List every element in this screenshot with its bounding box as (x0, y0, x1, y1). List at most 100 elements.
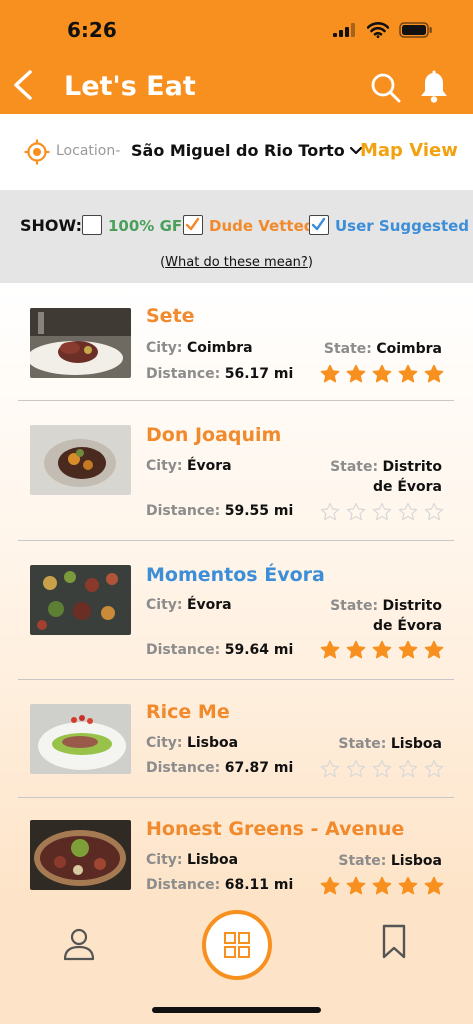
help-paren-close: ) (307, 255, 313, 270)
restaurant-distance: Distance: 67.87 mi (146, 760, 293, 776)
city-value: Lisboa (186, 735, 239, 751)
restaurant-list: Sete City: Coimbra State: Coimbra Distan… (0, 283, 473, 898)
city-value: Évora (186, 458, 232, 474)
restaurant-distance: Distance: 68.11 mi (146, 877, 293, 893)
distance-value: 59.64 mi (224, 642, 294, 658)
what-do-these-mean-link[interactable]: What do these mean? (165, 255, 308, 270)
star-rating (320, 502, 444, 522)
restaurant-city: City: Évora (146, 458, 232, 474)
nav-bar: Let's Eat (0, 60, 473, 114)
restaurant-card[interactable]: Sete City: Coimbra State: Coimbra Distan… (18, 283, 454, 401)
state-value: Lisboa (390, 736, 442, 752)
show-label: SHOW: (20, 216, 83, 235)
bottom-tab-bar (0, 898, 473, 1024)
state-label: State: (330, 459, 379, 475)
wifi-icon (367, 22, 389, 38)
bookmark-icon[interactable] (381, 924, 407, 960)
grid-icon (224, 932, 250, 958)
city-value: Évora (186, 597, 232, 613)
star-filled-icon (372, 364, 392, 383)
star-filled-icon (398, 364, 418, 383)
distance-label: Distance: (146, 877, 221, 893)
star-filled-icon (346, 876, 366, 895)
crosshair-icon (24, 139, 50, 165)
search-icon[interactable] (370, 72, 402, 104)
restaurant-name: Rice Me (146, 701, 230, 723)
star-filled-icon (372, 640, 392, 659)
dude-vetted-checkbox[interactable] (183, 215, 203, 235)
star-filled-icon (424, 364, 444, 383)
restaurant-card[interactable]: Don Joaquim City: Évora State: Distrito … (18, 402, 454, 541)
star-empty-icon (398, 502, 418, 521)
status-time: 6:26 (67, 18, 117, 42)
restaurant-city: City: Lisboa (146, 852, 238, 868)
distance-label: Distance: (146, 642, 221, 658)
city-value: Lisboa (186, 852, 239, 868)
restaurant-name: Honest Greens - Avenue (146, 818, 405, 840)
restaurant-state: State: Lisboa (338, 851, 442, 871)
cellular-signal-icon (333, 23, 355, 37)
user-suggested-filter-label[interactable]: User Suggested (335, 217, 469, 235)
map-view-button[interactable]: Map View (360, 140, 458, 161)
star-filled-icon (320, 364, 340, 383)
battery-icon (399, 22, 432, 38)
star-empty-icon (346, 759, 366, 778)
dude-vetted-filter-label[interactable]: Dude Vetted (209, 217, 314, 235)
bell-icon[interactable] (418, 70, 450, 104)
star-filled-icon (372, 876, 392, 895)
food-photo (30, 704, 131, 774)
star-empty-icon (320, 759, 340, 778)
restaurant-card[interactable]: Honest Greens - Avenue City: Lisboa Stat… (18, 798, 454, 898)
distance-value: 59.55 mi (224, 503, 294, 519)
food-photo (30, 820, 131, 890)
home-indicator (152, 1007, 321, 1013)
city-label: City: (146, 597, 183, 613)
star-empty-icon (320, 502, 340, 521)
star-filled-icon (346, 640, 366, 659)
location-label: Location- (56, 143, 121, 159)
distance-label: Distance: (146, 366, 221, 382)
location-dropdown[interactable]: São Miguel do Rio Torto (131, 141, 363, 160)
state-label: State: (323, 341, 372, 357)
filter-panel: SHOW: 100% GF Dude Vetted User Suggested… (0, 190, 473, 283)
restaurant-city: City: Coimbra (146, 340, 253, 356)
restaurant-name: Momentos Évora (146, 564, 325, 586)
state-label: State: (338, 736, 387, 752)
star-filled-icon (424, 876, 444, 895)
city-label: City: (146, 735, 183, 751)
star-empty-icon (398, 759, 418, 778)
distance-value: 67.87 mi (224, 760, 294, 776)
state-value: Distrito de Évora (372, 459, 442, 495)
restaurant-distance: Distance: 56.17 mi (146, 366, 293, 382)
restaurant-distance: Distance: 59.64 mi (146, 642, 293, 658)
restaurant-card[interactable]: Rice Me City: Lisboa State: Lisboa Dista… (18, 680, 454, 798)
star-empty-icon (424, 759, 444, 778)
restaurant-city: City: Lisboa (146, 735, 238, 751)
city-label: City: (146, 340, 183, 356)
status-bar: 6:26 (0, 0, 473, 60)
star-filled-icon (424, 640, 444, 659)
page-title: Let's Eat (64, 71, 196, 102)
restaurant-card[interactable]: Momentos Évora City: Évora State: Distri… (18, 541, 454, 680)
filter-help: (What do these mean?) (0, 255, 473, 270)
state-value: Coimbra (376, 341, 442, 357)
star-empty-icon (346, 502, 366, 521)
restaurant-state: State: Distrito de Évora (322, 457, 442, 497)
home-tab-button[interactable] (202, 910, 272, 980)
restaurant-state: State: Distrito de Évora (322, 596, 442, 636)
food-photo (30, 425, 131, 495)
state-value: Distrito de Évora (372, 598, 442, 634)
gf-filter-label[interactable]: 100% GF (108, 217, 182, 235)
restaurant-name: Don Joaquim (146, 424, 282, 446)
star-filled-icon (398, 876, 418, 895)
person-icon[interactable] (62, 926, 96, 962)
back-icon[interactable] (10, 69, 36, 101)
distance-value: 68.11 mi (224, 877, 294, 893)
state-value: Lisboa (390, 853, 442, 869)
restaurant-name: Sete (146, 305, 195, 327)
city-value: Coimbra (186, 340, 253, 356)
gf-checkbox[interactable] (82, 215, 102, 235)
star-empty-icon (372, 502, 392, 521)
star-filled-icon (346, 364, 366, 383)
user-suggested-checkbox[interactable] (309, 215, 329, 235)
